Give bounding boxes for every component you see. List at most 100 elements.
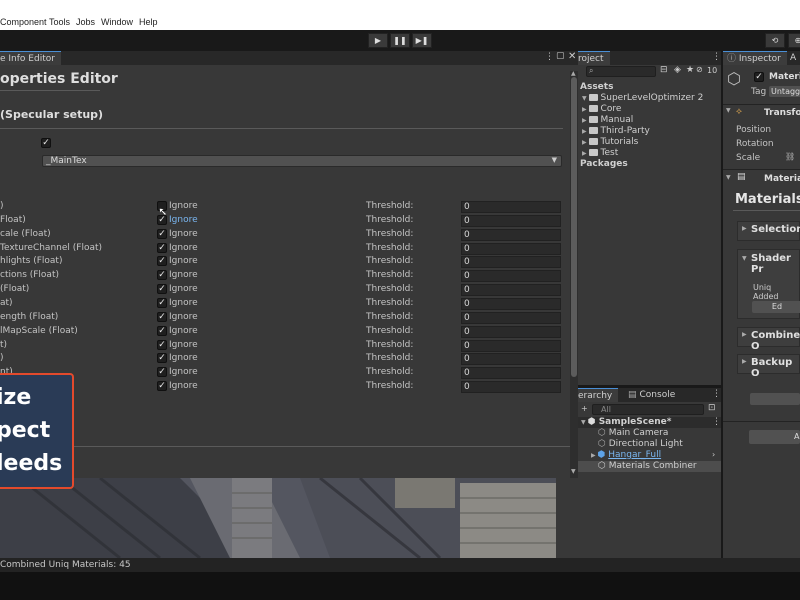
status-text: Combined Uniq Materials: 45	[0, 560, 131, 570]
ignore-checkbox[interactable]: ✓	[157, 326, 167, 336]
threshold-input[interactable]: 0	[461, 270, 561, 282]
link-icon[interactable]: ⛓	[785, 152, 795, 161]
threshold-input[interactable]: 0	[461, 201, 561, 213]
threshold-input[interactable]: 0	[461, 229, 561, 241]
tree-core[interactable]: ▶ Core	[582, 104, 621, 114]
threshold-input[interactable]: 0	[461, 326, 561, 338]
threshold-input[interactable]: 0	[461, 215, 561, 227]
threshold-input[interactable]: 0	[461, 340, 561, 352]
tab-inspector[interactable]: ⓘ Inspector	[723, 51, 787, 65]
threshold-input[interactable]: 0	[461, 243, 561, 255]
combine-options-label: Combine O	[751, 330, 800, 352]
play-button[interactable]: ▶	[368, 33, 388, 48]
cube-icon: ⬡	[727, 69, 741, 88]
tab-hierarchy[interactable]: erarchy	[578, 388, 619, 402]
close-icon[interactable]: ✕	[568, 51, 576, 62]
ignore-checkbox[interactable]: ✓	[157, 312, 167, 322]
more-icon[interactable]: ⋮	[545, 52, 554, 62]
tree-packages[interactable]: Packages	[580, 159, 628, 169]
hidden-count-icon[interactable]: ⊘	[696, 65, 703, 74]
threshold-input[interactable]: 0	[461, 367, 561, 379]
threshold-input[interactable]: 0	[461, 381, 561, 393]
project-more-icon[interactable]: ⋮	[712, 52, 721, 62]
ignore-checkbox[interactable]: ✓	[157, 367, 167, 377]
shader-properties-foldout[interactable]: ▼ Shader Pr Uniq Added Ed	[737, 249, 800, 319]
ignore-checkbox[interactable]: ✓	[157, 229, 167, 239]
threshold-input[interactable]: 0	[461, 284, 561, 296]
ignore-checkbox[interactable]: ✓	[157, 381, 167, 391]
scroll-up-icon[interactable]: ▲	[571, 70, 576, 77]
ignore-checkbox[interactable]: ✓	[157, 298, 167, 308]
selection-foldout[interactable]: ▶ Selection	[737, 221, 800, 241]
tab-info-editor[interactable]: e Info Editor	[0, 51, 61, 65]
combine-button[interactable]	[750, 393, 800, 405]
expanded-arrow-icon[interactable]: ▼	[726, 107, 731, 114]
prefab-icon: ⬢	[597, 450, 606, 460]
pause-button[interactable]: ❚❚	[390, 33, 410, 48]
maximize-icon[interactable]: ▢	[556, 51, 565, 61]
transform-header[interactable]: Transfor	[764, 108, 800, 118]
active-checkbox[interactable]: ✓	[754, 72, 764, 82]
backup-options-foldout[interactable]: ▶ Backup O	[737, 354, 800, 379]
tree-manual[interactable]: ▶ Manual	[582, 115, 633, 125]
tag-dropdown[interactable]: Untagg	[769, 86, 800, 97]
ignore-checkbox[interactable]: ✓	[157, 256, 167, 266]
filter-label-icon[interactable]: ◈	[674, 65, 681, 75]
scene-more-icon[interactable]: ⋮	[712, 417, 721, 427]
scroll-down-icon[interactable]: ▼	[571, 468, 576, 475]
tree-tutorials[interactable]: ▶ Tutorials	[582, 137, 638, 147]
chevron-right-icon[interactable]: ›	[712, 450, 715, 459]
mouse-cursor-icon: ➚	[158, 205, 168, 218]
hierarchy-search-input[interactable]: All	[592, 404, 704, 415]
menu-jobs[interactable]: Jobs	[76, 17, 95, 27]
menu-help[interactable]: Help	[139, 17, 158, 27]
hierarchy-item-directional-light[interactable]: ⬡ Directional Light	[598, 439, 683, 449]
menu-component[interactable]: Component	[0, 17, 47, 27]
ignore-checkbox[interactable]: ✓	[157, 243, 167, 253]
edit-button[interactable]: Ed	[752, 301, 800, 313]
hierarchy-more-icon[interactable]: ⋮	[712, 389, 721, 399]
expanded-arrow-icon: ▼	[582, 95, 589, 102]
star-icon[interactable]: ★	[686, 65, 694, 75]
hierarchy-search-icon[interactable]: ⊡	[708, 403, 716, 413]
menu-tools[interactable]: Tools	[49, 17, 70, 27]
tab-console[interactable]: ▤ Console	[622, 388, 681, 402]
component-header[interactable]: Materials	[764, 174, 800, 184]
scene-row[interactable]: ▼ ⬢ SampleScene* ⋮	[578, 417, 721, 428]
combine-options-foldout[interactable]: ▶ Combine O	[737, 327, 800, 352]
tree-test[interactable]: ▶ Test	[582, 148, 618, 158]
tree-assets[interactable]: Assets	[580, 82, 613, 92]
scene-view[interactable]	[0, 478, 578, 558]
tab-console-label: Console	[639, 390, 676, 400]
editor-scrollbar[interactable]: ▲ ▼	[570, 70, 578, 478]
step-button[interactable]: ▶❚	[412, 33, 432, 48]
hierarchy-item-hangar-full[interactable]: ▶ ⬢ Hangar_Full	[591, 450, 661, 460]
tree-superlevel[interactable]: ▼ SuperLevelOptimizer 2	[582, 93, 703, 103]
tree-third-party[interactable]: ▶ Third-Party	[582, 126, 650, 136]
threshold-input[interactable]: 0	[461, 298, 561, 310]
menu-window[interactable]: Window	[101, 17, 133, 27]
properties-editor-window: e Info Editor ⋮ ▢ ✕ operties Editor (Spe…	[0, 51, 578, 478]
callout-line-1: ize	[0, 385, 32, 410]
hierarchy-item-materials-combiner[interactable]: ⬡ Materials Combiner	[598, 461, 697, 471]
ignore-checkbox[interactable]: ✓	[157, 284, 167, 294]
tab-project[interactable]: roject	[578, 51, 610, 65]
threshold-input[interactable]: 0	[461, 256, 561, 268]
hierarchy-item-main-camera[interactable]: ⬡ Main Camera	[598, 428, 668, 438]
add-component-button[interactable]: A	[749, 430, 800, 444]
history-icon[interactable]: ⟲	[765, 33, 785, 48]
threshold-input[interactable]: 0	[461, 353, 561, 365]
tab-animation[interactable]: A	[787, 51, 799, 65]
ignore-checkbox[interactable]: ✓	[157, 340, 167, 350]
filter-type-icon[interactable]: ⊟	[660, 65, 668, 75]
add-object-icon[interactable]: +	[581, 404, 588, 413]
enable-checkbox[interactable]: ✓	[41, 138, 51, 148]
account-icon[interactable]: ⊕	[788, 33, 800, 48]
scrollbar-thumb[interactable]	[571, 77, 577, 377]
project-search-input[interactable]: ⌕	[586, 66, 656, 77]
texture-dropdown[interactable]: _MainTex ▼	[42, 155, 562, 167]
expanded-arrow-icon[interactable]: ▼	[726, 174, 731, 181]
threshold-input[interactable]: 0	[461, 312, 561, 324]
ignore-checkbox[interactable]: ✓	[157, 270, 167, 280]
ignore-checkbox[interactable]: ✓	[157, 353, 167, 363]
